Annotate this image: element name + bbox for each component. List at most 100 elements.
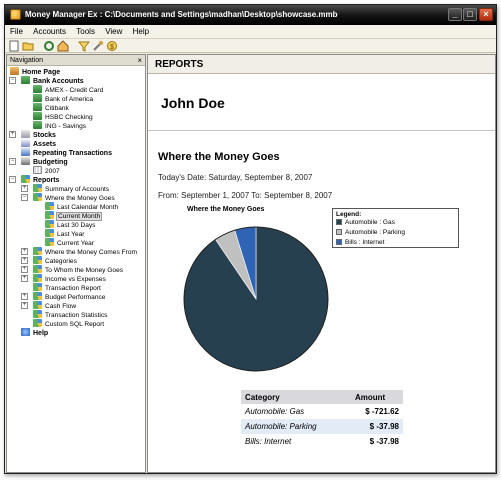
bank-accounts-icon — [21, 76, 30, 84]
column-header-category: Category — [241, 390, 351, 404]
tree-last-calendar-month[interactable]: Last Calendar Month — [45, 202, 118, 211]
legend-swatch — [336, 229, 342, 235]
account-icon — [33, 85, 42, 93]
tree-transaction-report[interactable]: Transaction Report — [33, 283, 101, 292]
account-icon — [33, 94, 42, 102]
category-table: Category Amount Automobile: Gas $ -721.6… — [241, 390, 403, 449]
svg-text:$: $ — [110, 44, 114, 51]
report-date-range: From: September 1, 2007 To: September 8,… — [158, 191, 333, 200]
tree-account-bank-of-america[interactable]: Bank of America — [33, 94, 93, 103]
menu-help[interactable]: Help — [128, 25, 152, 36]
tree-bank-accounts[interactable]: Bank Accounts — [21, 76, 84, 85]
report-panel: REPORTS John Doe Where the Money Goes To… — [147, 54, 496, 473]
tree-summary-of-accounts[interactable]: Summary of Accounts — [33, 184, 109, 193]
report-icon — [33, 274, 42, 282]
amount-cell: $ -37.98 — [351, 419, 403, 434]
stocks-expand-icon[interactable]: + — [9, 131, 16, 138]
where-goes-collapse-icon[interactable]: − — [21, 194, 28, 201]
tree-account-ing[interactable]: ING - Savings — [33, 121, 86, 130]
tree-assets[interactable]: Assets — [21, 139, 56, 148]
summary-expand-icon[interactable]: + — [21, 185, 28, 192]
income-expenses-expand-icon[interactable]: + — [21, 275, 28, 282]
legend-rows: Automobile : Gas Automobile : Parking Bill… — [336, 218, 455, 248]
report-icon — [45, 202, 54, 210]
reports-collapse-icon[interactable]: − — [9, 176, 16, 183]
tree-transaction-statistics[interactable]: Transaction Statistics — [33, 310, 107, 319]
open-folder-icon[interactable] — [22, 40, 34, 52]
report-icon — [33, 310, 42, 318]
tree-home-page[interactable]: Home Page — [10, 67, 60, 76]
menu-tools[interactable]: Tools — [71, 25, 98, 36]
tree-reports[interactable]: Reports — [21, 175, 59, 184]
report-icon — [33, 292, 42, 300]
tree-budgeting[interactable]: Budgeting — [21, 157, 68, 166]
stocks-icon — [21, 130, 30, 138]
column-header-amount: Amount — [351, 390, 403, 404]
tree-account-amex[interactable]: AMEX - Credit Card — [33, 85, 103, 94]
to-whom-expand-icon[interactable]: + — [21, 266, 28, 273]
filter-icon[interactable] — [77, 40, 91, 52]
category-cell: Bills: Internet — [245, 437, 292, 446]
home-icon[interactable] — [57, 40, 69, 52]
help-icon — [21, 328, 30, 336]
legend-label: Automobile : Gas — [345, 219, 395, 226]
chart-legend: Legend: Automobile : Gas Automobile : Par… — [332, 208, 459, 248]
report-icon — [45, 220, 54, 228]
tools-icon[interactable] — [92, 40, 104, 52]
legend-title: Legend: — [336, 211, 362, 218]
tree-account-hsbc[interactable]: HSBC Checking — [33, 112, 93, 121]
maximize-button[interactable]: □ — [463, 8, 477, 21]
budget-performance-expand-icon[interactable]: + — [21, 293, 28, 300]
comes-from-expand-icon[interactable]: + — [21, 248, 28, 255]
categories-expand-icon[interactable]: + — [21, 257, 28, 264]
tree-income-vs-expenses[interactable]: Income vs Expenses — [33, 274, 106, 283]
budgeting-collapse-icon[interactable]: − — [9, 158, 16, 165]
cash-flow-expand-icon[interactable]: + — [21, 302, 28, 309]
report-icon — [33, 265, 42, 273]
menu-file[interactable]: File — [5, 25, 26, 36]
report-icon — [33, 319, 42, 327]
refresh-icon[interactable] — [43, 40, 55, 52]
tree-stocks[interactable]: Stocks — [21, 130, 56, 139]
close-button[interactable]: × — [479, 8, 493, 21]
tree-current-year[interactable]: Current Year — [45, 238, 94, 247]
tree-categories[interactable]: Categories — [33, 256, 77, 265]
divider — [148, 130, 495, 131]
navigation-close-icon[interactable]: × — [137, 55, 142, 66]
tree-help[interactable]: Help — [21, 328, 48, 337]
tree-last-30-days[interactable]: Last 30 Days — [45, 220, 95, 229]
money-manager-app-icon[interactable] — [10, 9, 21, 20]
menu-accounts[interactable]: Accounts — [28, 25, 69, 36]
category-cell: Automobile: Gas — [245, 407, 305, 416]
legend-label: Bills : Internet — [345, 239, 385, 246]
report-icon — [45, 211, 54, 219]
tree-last-year[interactable]: Last Year — [45, 229, 85, 238]
tree-budget-performance[interactable]: Budget Performance — [33, 292, 105, 301]
category-cell: Automobile: Parking — [241, 419, 351, 434]
tree-custom-sql-report[interactable]: Custom SQL Report — [33, 319, 104, 328]
account-icon — [33, 121, 42, 129]
report-icon — [33, 193, 42, 201]
minimize-button[interactable]: _ — [448, 8, 462, 21]
home-icon — [10, 67, 19, 75]
money-icon[interactable]: $ — [106, 40, 118, 52]
tree-cash-flow[interactable]: Cash Flow — [33, 301, 76, 310]
bank-accounts-collapse-icon[interactable]: − — [9, 77, 16, 84]
tree-repeating-transactions[interactable]: Repeating Transactions — [21, 148, 112, 157]
tree-where-money-goes[interactable]: Where the Money Goes — [33, 193, 115, 202]
tree-account-citibank[interactable]: Citibank — [33, 103, 69, 112]
legend-item: Automobile : Parking — [336, 228, 455, 238]
tree-where-money-comes-from[interactable]: Where the Money Comes From — [33, 247, 137, 256]
budgeting-icon — [21, 157, 30, 165]
tree-to-whom-money-goes[interactable]: To Whom the Money Goes — [33, 265, 123, 274]
report-icon — [33, 283, 42, 291]
navigation-header: Navigation × — [7, 55, 145, 66]
report-title: Where the Money Goes — [158, 151, 280, 163]
new-file-icon[interactable] — [8, 40, 20, 52]
menu-view[interactable]: View — [100, 25, 125, 36]
tree-budget-2007[interactable]: 2007 — [33, 166, 60, 175]
tree-current-month[interactable]: Current Month — [45, 211, 103, 221]
navigation-panel: Navigation × Home Page − Bank Accounts A… — [6, 54, 146, 473]
title-bar[interactable]: Money Manager Ex : C:\Documents and Sett… — [5, 5, 496, 25]
table-row: Bills: Internet $ -37.98 — [241, 434, 403, 449]
